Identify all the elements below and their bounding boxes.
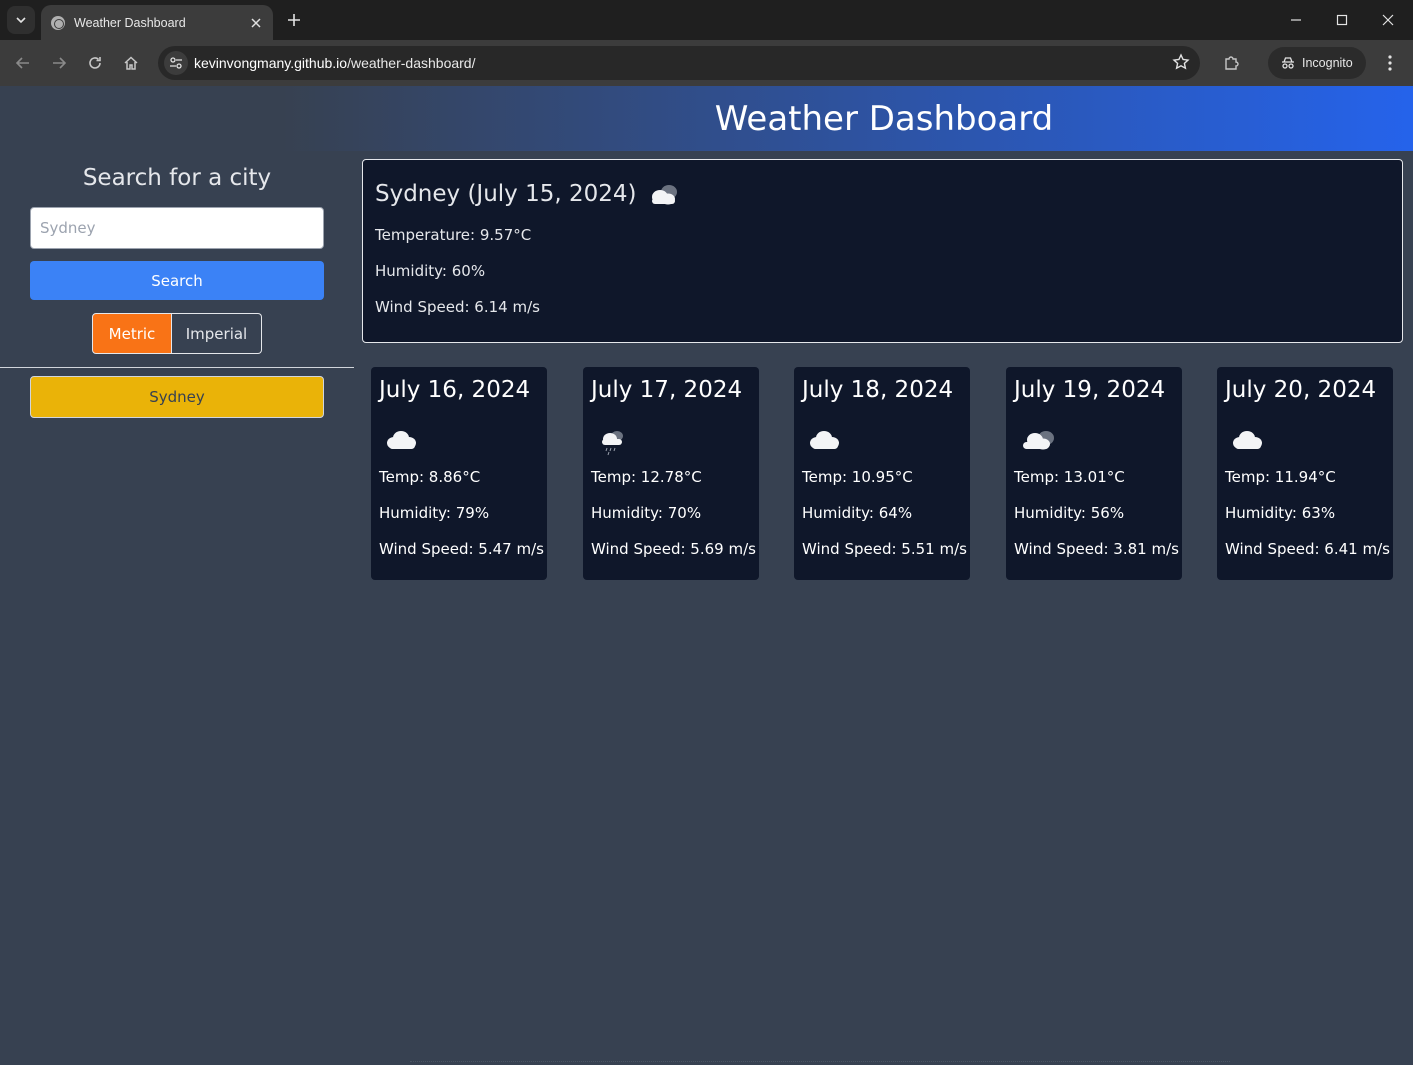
forecast-card: July 20, 2024 Temp: 11.94°C Humidity: 63…: [1217, 367, 1393, 580]
reload-button[interactable]: [81, 49, 109, 77]
forecast-humidity: Humidity: 70%: [591, 504, 702, 522]
close-icon: [1382, 14, 1394, 26]
current-humidity: Humidity: 60%: [375, 262, 486, 280]
tab-title: Weather Dashboard: [74, 15, 186, 30]
forecast-card: July 19, 2024 Temp: 13.01°C Humidity: 56…: [1006, 367, 1182, 580]
incognito-icon: [1282, 57, 1294, 69]
url-host: kevinvongmany.github.io: [194, 55, 348, 71]
url-text: kevinvongmany.github.io/weather-dashboar…: [194, 55, 475, 71]
forecast-humidity: Humidity: 56%: [1014, 504, 1125, 522]
cloud-icon: [810, 431, 839, 449]
divider: [0, 367, 354, 368]
chevron-down-icon: [16, 17, 26, 24]
browser-tab[interactable]: Weather Dashboard: [41, 5, 273, 40]
home-icon: [124, 56, 138, 70]
more-vert-icon: [1388, 55, 1392, 71]
forecast-card: July 16, 2024 Temp: 8.86°C Humidity: 79%…: [371, 367, 547, 580]
light-rain-icon: [602, 431, 623, 456]
forecast-wind: Wind Speed: 5.51 m/s: [802, 540, 967, 558]
extensions-button[interactable]: [1218, 49, 1246, 77]
imperial-button[interactable]: Imperial: [172, 313, 262, 354]
maximize-button[interactable]: [1319, 0, 1365, 40]
forecast-card: July 17, 2024 Temp: 12.78°C Humidity: 70…: [583, 367, 759, 580]
page-header: Weather Dashboard: [0, 86, 1413, 151]
star-icon: [1172, 53, 1190, 70]
forecast-wind: Wind Speed: 5.69 m/s: [591, 540, 756, 558]
url-path: /weather-dashboard/: [347, 55, 476, 71]
forecast-humidity: Humidity: 79%: [379, 504, 490, 522]
current-wind-speed: Wind Speed: 6.14 m/s: [375, 298, 540, 316]
bookmark-button[interactable]: [1172, 53, 1190, 75]
forecast-temp: Temp: 10.95°C: [802, 468, 913, 486]
plus-icon: [288, 14, 300, 26]
maximize-icon: [1336, 14, 1348, 26]
city-search-input[interactable]: [30, 207, 324, 249]
close-tab-button[interactable]: [245, 12, 267, 34]
forward-button[interactable]: [45, 49, 73, 77]
forecast-temp: Temp: 12.78°C: [591, 468, 702, 486]
cloud-icon: [1233, 431, 1262, 449]
forecast-wind: Wind Speed: 5.47 m/s: [379, 540, 544, 558]
tune-icon: [170, 57, 182, 69]
page-title: Weather Dashboard: [714, 98, 1054, 139]
browser-toolbar: kevinvongmany.github.io/weather-dashboar…: [0, 40, 1413, 86]
minimize-icon: [1291, 19, 1301, 21]
forecast-card: July 18, 2024 Temp: 10.95°C Humidity: 64…: [794, 367, 970, 580]
search-heading: Search for a city: [82, 165, 272, 191]
search-button[interactable]: Search: [30, 261, 324, 300]
browser-menu-button[interactable]: [1376, 49, 1404, 77]
forecast-wind: Wind Speed: 3.81 m/s: [1014, 540, 1179, 558]
new-tab-button[interactable]: [282, 8, 306, 32]
reload-icon: [89, 57, 101, 69]
home-button[interactable]: [117, 49, 145, 77]
browser-tab-bar: Weather Dashboard: [0, 0, 1413, 40]
incognito-label: Incognito: [1302, 56, 1353, 70]
forecast-temp: Temp: 13.01°C: [1014, 468, 1125, 486]
close-window-button[interactable]: [1365, 0, 1411, 40]
metric-button[interactable]: Metric: [92, 313, 172, 354]
broken-clouds-icon: [1023, 431, 1054, 450]
cloud-icon: [387, 431, 416, 449]
forecast-temp: Temp: 11.94°C: [1225, 468, 1336, 486]
forecast-temp: Temp: 8.86°C: [379, 468, 481, 486]
forecast-humidity: Humidity: 64%: [802, 504, 913, 522]
forecast-date: July 19, 2024: [1014, 377, 1166, 403]
puzzle-icon: [1225, 56, 1239, 70]
unit-toggle: Metric Imperial: [92, 313, 262, 354]
forecast-date: July 18, 2024: [802, 377, 954, 403]
minimize-button[interactable]: [1273, 0, 1319, 40]
current-city-date: Sydney (July 15, 2024): [375, 181, 637, 207]
arrow-left-icon: [15, 57, 29, 69]
page: Weather Dashboard Search for a city Sear…: [0, 86, 1413, 1065]
history-city-button[interactable]: Sydney: [30, 376, 324, 418]
broken-clouds-icon: [651, 185, 677, 205]
current-weather-card: Sydney (July 15, 2024) Temperature: 9.57…: [362, 159, 1403, 343]
forecast-wind: Wind Speed: 6.41 m/s: [1225, 540, 1390, 558]
footer-edge: [410, 1061, 1230, 1065]
current-temperature: Temperature: 9.57°C: [375, 226, 532, 244]
forecast-date: July 20, 2024: [1225, 377, 1377, 403]
current-weather-title: Sydney (July 15, 2024): [375, 180, 681, 208]
forecast-date: July 16, 2024: [379, 377, 531, 403]
incognito-indicator[interactable]: Incognito: [1268, 47, 1366, 79]
address-bar[interactable]: kevinvongmany.github.io/weather-dashboar…: [158, 46, 1200, 80]
close-icon: [251, 17, 261, 28]
arrow-right-icon: [53, 57, 67, 69]
back-button[interactable]: [9, 49, 37, 77]
globe-icon: [51, 15, 65, 30]
forecast-humidity: Humidity: 63%: [1225, 504, 1336, 522]
tab-search-button[interactable]: [7, 6, 35, 34]
site-info-button[interactable]: [164, 51, 188, 75]
forecast-date: July 17, 2024: [591, 377, 743, 403]
